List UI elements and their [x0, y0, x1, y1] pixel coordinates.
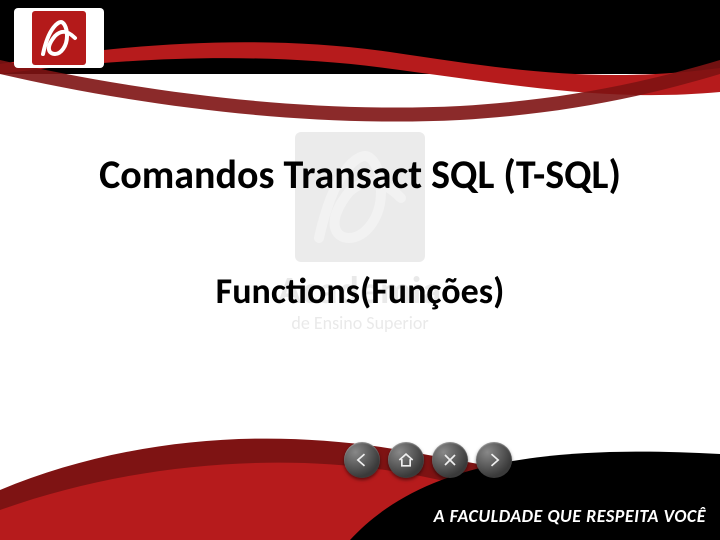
brand-logo — [14, 8, 104, 68]
slide: Academia de Ensino Superior Comandos Tra… — [0, 0, 720, 540]
content: Comandos Transact SQL (T-SQL) Functions(… — [0, 150, 720, 313]
nav-button-group — [344, 442, 512, 478]
home-icon — [396, 450, 416, 470]
back-button[interactable] — [344, 442, 380, 478]
footer-tagline: A FACULDADE QUE RESPEITA VOCÊ — [434, 507, 706, 526]
top-bar — [0, 0, 720, 74]
slide-subtitle: Functions(Funções) — [216, 269, 505, 313]
close-icon — [440, 450, 460, 470]
alpha-icon — [32, 11, 86, 65]
watermark-line2: de Ensino Superior — [291, 312, 428, 334]
arrow-right-icon — [484, 450, 504, 470]
tagline-line1: A FACULDADE QUE RESPEITA — [434, 505, 659, 527]
home-button[interactable] — [388, 442, 424, 478]
slide-title: Comandos Transact SQL (T-SQL) — [75, 150, 645, 199]
close-button[interactable] — [432, 442, 468, 478]
tagline-line2: VOCÊ — [664, 505, 706, 527]
forward-button[interactable] — [476, 442, 512, 478]
arrow-left-icon — [352, 450, 372, 470]
